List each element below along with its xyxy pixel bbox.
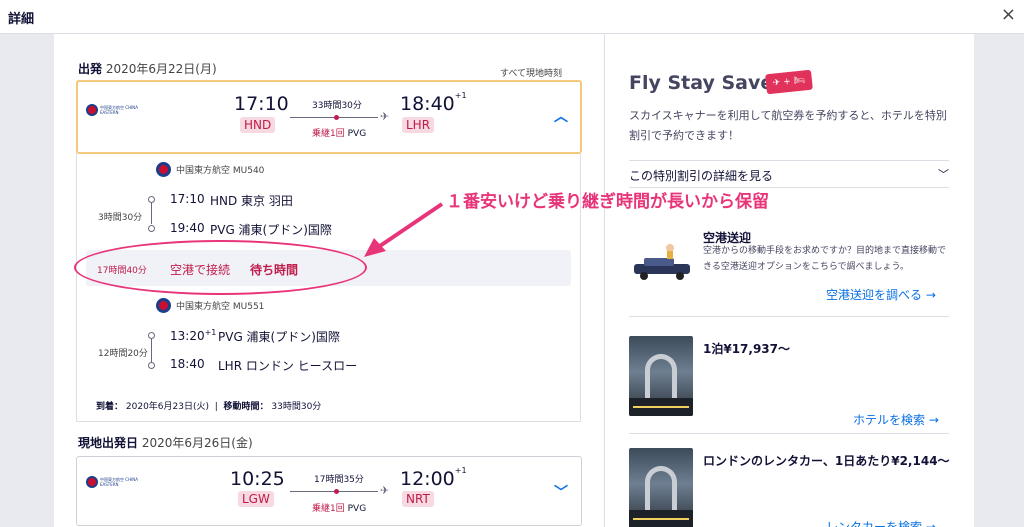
arrival-summary: 到着： 2020年6月23日(火) | 移動時間： 33時間30分 (96, 399, 321, 412)
stop-dot (334, 115, 339, 120)
outbound-label: 出発 (78, 62, 103, 76)
return-dep-code: LGW (238, 491, 274, 507)
timeline-dot (148, 196, 155, 203)
day-offset: +1 (454, 91, 467, 100)
annotation-note: １番安いけど乗り継ぎ時間が長いから保留 (446, 192, 769, 212)
segment-1-carrier: 中国東方航空 MU540 (156, 162, 264, 177)
arrive-date: 2020年6月23日(火) (125, 402, 209, 412)
segment-1-dep-time: 17:10 (170, 192, 205, 206)
fly-stay-save-desc: スカイスキャナーを利用して航空券を予約すると、ホテルを特別割引で予約できます！ (629, 109, 947, 142)
segment-2-dep-place: PVG 浦東(プドン)国際 (218, 330, 340, 344)
segment-1-carrier-label: 中国東方航空 MU540 (176, 166, 265, 176)
chevron-down-icon: ﹀ (938, 168, 949, 181)
day-offset: +1 (454, 466, 467, 475)
plane-icon: ✈ (380, 484, 390, 497)
summary-separator: | (214, 402, 218, 412)
chevron-down-icon[interactable]: ﹀ (554, 482, 568, 502)
timeline-dot (148, 332, 155, 339)
day-offset: +1 (204, 328, 217, 337)
stops-label: 乗継1回 (312, 129, 345, 139)
segment-2-carrier: 中国東方航空 MU551 (156, 298, 264, 313)
stop-dot (334, 489, 339, 494)
china-eastern-icon (86, 104, 98, 116)
timezone-note: すべて現地時刻 (500, 69, 563, 79)
timeline-dot (148, 362, 155, 369)
travel-time: 33時間30分 (271, 402, 322, 412)
title-bar: 詳細 × (0, 0, 1024, 34)
return-stops: 乗継1回 PVG (312, 501, 366, 514)
china-eastern-icon (156, 162, 171, 177)
chevron-up-icon[interactable]: ︿ (554, 106, 568, 126)
segment-1-arr-time: 19:40 (170, 221, 205, 235)
china-eastern-icon (156, 298, 171, 313)
close-icon[interactable]: × (1001, 4, 1016, 25)
outbound-arr-time: 18:40+1 (400, 91, 467, 115)
stops-label: 乗継1回 (312, 504, 345, 514)
plane-icon: ✈ (380, 110, 390, 123)
outbound-duration: 33時間30分 (312, 101, 362, 111)
return-arr-code: NRT (402, 491, 434, 507)
timeline-line (151, 339, 152, 362)
highlight-ellipse (74, 240, 367, 295)
fly-stay-save-details-toggle[interactable]: この特別割引の詳細を見る ﹀ (629, 160, 949, 188)
car-rental-title: ロンドンのレンタカー、1日あたり¥2,144〜 (703, 454, 950, 468)
segment-1-dep-place: HND 東京 羽田 (210, 194, 293, 208)
hotel-price-title: 1泊¥17,937〜 (703, 342, 791, 356)
timeline-line (151, 203, 152, 224)
hotel-search-link[interactable]: ホテルを検索 → (853, 411, 939, 428)
outbound-dep-code: HND (240, 117, 276, 133)
return-header: 現地出発日 2020年6月26日(金) (78, 434, 253, 451)
limousine-illustration-icon (634, 244, 690, 280)
segment-2-arr-place: LHR ロンドン ヒースロー (218, 359, 358, 373)
car-rental-link[interactable]: レンタカーを検索 → (826, 518, 936, 527)
return-date: 2020年6月26日(金) (141, 436, 253, 450)
column-divider (604, 34, 605, 527)
details-toggle-label: この特別割引の詳細を見る (629, 169, 774, 183)
outbound-route-line (290, 115, 378, 120)
stop-code: PVG (347, 504, 367, 514)
fly-stay-save-title: Fly Stay Save (629, 72, 774, 94)
china-eastern-icon (86, 476, 98, 488)
outbound-header: 出発 2020年6月22日(月) (78, 60, 217, 77)
annotation-arrow-icon (364, 202, 444, 257)
return-route-line (290, 489, 378, 494)
airline-name: 中国東方航空 CHINA EASTERN (100, 105, 138, 115)
travel-label: 移動時間： (223, 402, 269, 412)
return-duration: 17時間35分 (314, 475, 364, 485)
tower-bridge-thumbnail (629, 336, 693, 416)
stop-code: PVG (347, 129, 367, 139)
outbound-arr-code: LHR (402, 117, 435, 133)
segment-2-arr-time: 18:40 (170, 357, 205, 371)
airline-name: 中国東方航空 CHINA EASTERN (100, 477, 138, 487)
outbound-stops: 乗継1回 PVG (312, 126, 366, 139)
arrive-label: 到着： (96, 402, 124, 412)
segment-2-duration: 12時間20分 (98, 349, 148, 359)
section-divider (629, 433, 949, 434)
airport-transfer-text: 空港からの移動手段をお求めですか？目的地まで直接移動できる空港送迎オプションをこ… (703, 246, 947, 272)
timeline-dot (148, 225, 155, 232)
window-title: 詳細 (8, 12, 35, 27)
segment-2-dep-time: 13:20+1 (170, 328, 217, 343)
outbound-date: 2020年6月22日(月) (105, 62, 217, 76)
return-label: 現地出発日 (78, 436, 139, 450)
tower-bridge-thumbnail (629, 448, 693, 527)
china-eastern-logo: 中国東方航空 CHINA EASTERN (86, 104, 138, 116)
segment-1-arr-place: PVG 浦東(プドン)国際 (210, 223, 332, 237)
segment-2-carrier-label: 中国東方航空 MU551 (176, 302, 265, 312)
airport-transfer-link[interactable]: 空港送迎を調べる → (826, 286, 936, 303)
return-arr-time: 12:00+1 (400, 466, 467, 490)
segment-1-duration: 3時間30分 (98, 213, 143, 223)
china-eastern-logo: 中国東方航空 CHINA EASTERN (86, 476, 138, 488)
section-divider (629, 316, 949, 317)
outbound-dep-time: 17:10 (234, 93, 289, 115)
return-dep-time: 10:25 (230, 468, 285, 490)
